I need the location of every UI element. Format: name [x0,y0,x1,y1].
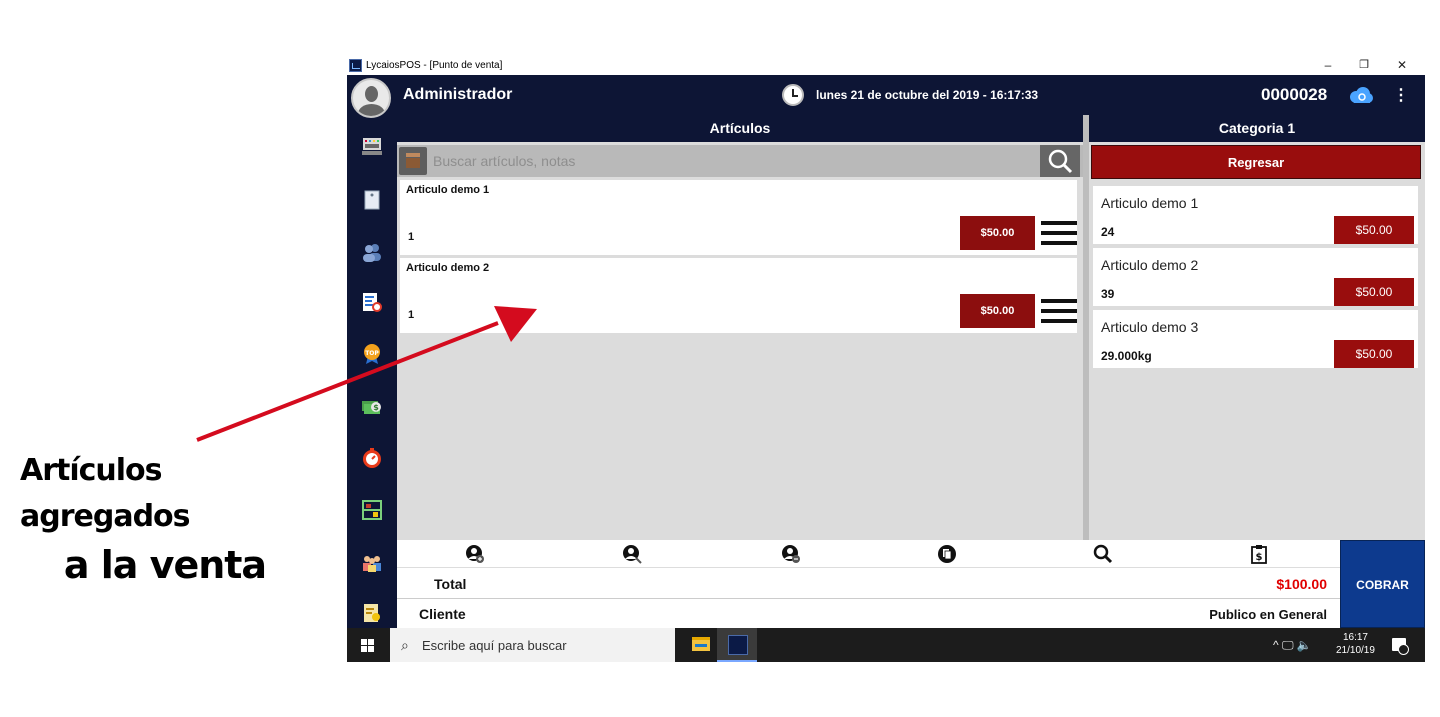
file-explorer-icon[interactable] [692,637,710,651]
totals-panel: Total $100.00 Cliente Publico en General [397,568,1340,628]
total-value: $100.00 [1276,576,1327,592]
add-client-icon[interactable] [465,544,485,564]
category-item-stock: 39 [1101,287,1115,301]
users-icon[interactable] [361,241,383,263]
search-bar [397,145,1083,177]
totals-separator [397,598,1340,599]
invoice-icon[interactable] [361,602,383,624]
cart-item-price[interactable]: $50.00 [960,294,1035,328]
clock-icon [782,84,804,106]
copy-note-icon[interactable] [937,544,957,564]
action-toolbar: $ [397,540,1340,568]
pos-window: LycaiosPOS - [Punto de venta] – ❐ ✕ TOP … [347,57,1425,662]
category-item[interactable]: Articulo demo 2 39 $50.00 [1093,248,1418,306]
cart-pane: Articulo demo 1 1 $50.00 Articulo demo 2… [397,142,1083,540]
total-label: Total [434,576,467,592]
report-clock-icon[interactable] [361,291,383,313]
client-value[interactable]: Publico en General [1209,607,1327,622]
client-label: Cliente [419,606,466,622]
search-client-icon[interactable] [622,544,642,564]
cart-item-qty: 1 [408,231,415,243]
taskbar-search-placeholder: Escribe aquí para buscar [422,638,567,653]
restore-button[interactable]: ❐ [1349,57,1379,75]
category-pane: Regresar Articulo demo 1 24 $50.00 Artic… [1089,142,1425,540]
search-input[interactable] [433,149,1033,173]
cart-item[interactable]: Articulo demo 1 1 $50.00 [400,180,1077,255]
category-item-price[interactable]: $50.00 [1334,216,1414,244]
category-item-stock: 24 [1101,225,1115,239]
cash-register-icon[interactable] [361,135,383,157]
inventory-shelf-icon[interactable] [361,499,383,521]
category-item-price[interactable]: $50.00 [1334,340,1414,368]
category-item-stock: 29.000kg [1101,349,1152,363]
user-avatar[interactable] [351,78,391,118]
windows-taskbar: ⌕ Escribe aquí para buscar ^ 🖵 🔈 16:17 2… [347,628,1425,662]
user-name: Administrador [403,86,513,103]
box-icon[interactable] [399,147,427,175]
minimize-button[interactable]: – [1313,57,1343,75]
window-title: LycaiosPOS - [Punto de venta] [366,60,503,71]
current-datetime: lunes 21 de octubre del 2019 - 16:17:33 [816,88,1039,102]
svg-text:TOP: TOP [365,350,379,357]
money-icon[interactable]: $ [361,395,383,417]
ticket-number: 0000028 [1261,85,1328,104]
cart-item[interactable]: Articulo demo 2 1 $50.00 [400,258,1077,333]
hamburger-icon[interactable] [1041,299,1077,323]
search-icon: ⌕ [401,637,409,653]
notification-icon[interactable] [1392,638,1409,655]
app-icon [349,59,362,72]
taskbar-time: 16:17 [1342,632,1368,643]
category-item-price[interactable]: $50.00 [1334,278,1414,306]
stopwatch-icon[interactable] [361,447,383,469]
close-button[interactable]: ✕ [1387,57,1417,75]
cart-item-price[interactable]: $50.00 [960,216,1035,250]
annotation-line-2: a la venta [63,543,267,587]
customers-icon[interactable] [361,551,383,573]
cart-item-name: Articulo demo 1 [406,184,490,196]
cart-item-qty: 1 [408,309,415,321]
taskbar-date: 21/10/19 [1336,645,1375,656]
category-item-name: Articulo demo 2 [1101,257,1199,273]
windows-start-icon[interactable] [361,639,375,653]
back-button[interactable]: Regresar [1091,145,1421,179]
annotation-label: Artículos agregados a la venta [20,448,340,590]
more-menu-button[interactable]: ⋮ [1393,85,1409,105]
svg-text:$: $ [1256,552,1263,563]
taskbar-search[interactable]: ⌕ Escribe aquí para buscar [390,628,675,662]
cloud-sync-icon[interactable] [1348,86,1374,104]
category-header: Categoria 1 [1089,115,1425,142]
top-badge-icon[interactable]: TOP [361,343,383,365]
cart-item-name: Articulo demo 2 [406,262,490,274]
category-item-name: Articulo demo 1 [1101,195,1199,211]
title-bar: LycaiosPOS - [Punto de venta] – ❐ ✕ [347,57,1425,75]
annotation-line-1: Artículos agregados [20,453,191,534]
top-bar: Administrador lunes 21 de octubre del 20… [397,75,1425,115]
clipboard-money-icon[interactable]: $ [1249,544,1269,564]
search-icon[interactable] [1040,145,1080,177]
category-item[interactable]: Articulo demo 3 29.000kg $50.00 [1093,310,1418,368]
taskbar-clock[interactable]: 16:17 21/10/19 [1336,631,1375,657]
pos-taskbar-icon[interactable] [717,628,757,662]
hamburger-icon[interactable] [1041,221,1077,245]
remove-client-icon[interactable] [781,544,801,564]
articles-header: Artículos [397,115,1083,142]
cobrar-button[interactable]: COBRAR [1340,540,1425,628]
category-item-name: Articulo demo 3 [1101,319,1199,335]
svg-text:$: $ [373,403,379,412]
search-icon[interactable] [1093,544,1113,564]
category-item[interactable]: Articulo demo 1 24 $50.00 [1093,186,1418,244]
sidebar: TOP $ [347,75,397,628]
document-icon[interactable] [361,189,383,211]
system-tray-icons[interactable]: ^ 🖵 🔈 [1273,638,1312,653]
